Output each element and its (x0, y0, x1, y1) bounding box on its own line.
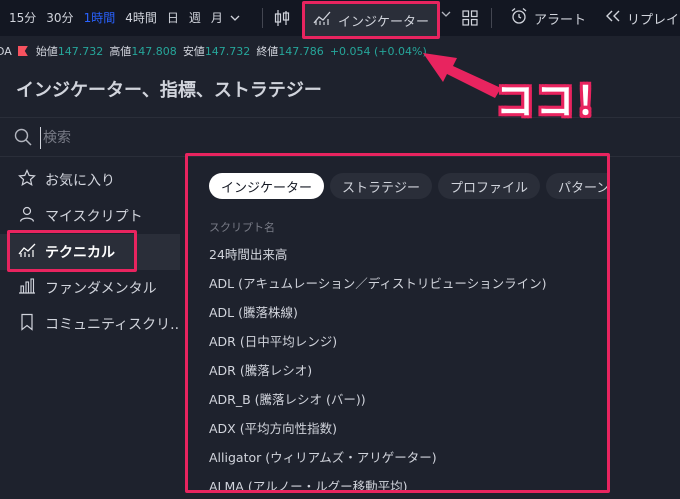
layout-grid-icon[interactable] (462, 10, 478, 30)
script-list-item[interactable]: ADR (日中平均レンジ) (188, 327, 607, 356)
flag-icon (17, 46, 28, 56)
timeframe-day[interactable]: 日 (162, 0, 184, 36)
symbol-label: DA (0, 44, 12, 58)
replay-button-label: リプレイ (627, 12, 680, 28)
callout-label: ココ！ (496, 79, 617, 123)
open-value: 147.732 (57, 44, 104, 58)
low-label: 安値 (182, 45, 205, 58)
timeframe-30m[interactable]: 30分 (41, 0, 78, 36)
timeframe-4h[interactable]: 4時間 (120, 0, 162, 36)
script-type-tabs: インジケーター ストラテジー プロファイル パターン (209, 173, 607, 199)
script-list-item[interactable]: 24時間出来高 (188, 240, 607, 269)
high-value: 147.808 (131, 44, 177, 58)
sidebar-item-my-scripts[interactable]: マイスクリプト (0, 198, 180, 234)
indicators-button[interactable]: インジケーター (302, 1, 440, 39)
search-icon (14, 128, 32, 150)
indicators-chart-icon (313, 10, 331, 30)
sidebar-item-label: お気に入り (45, 173, 115, 189)
arrow-annotation-icon (423, 53, 501, 98)
script-list: 24時間出来高 ADL (アキュムレーション／ディストリビューションライン) A… (188, 240, 607, 490)
script-list-item[interactable]: ADR_B (騰落レシオ (バー)) (188, 385, 607, 414)
sidebar-item-label: ファンダメンタル (45, 281, 157, 297)
timeframe-15m[interactable]: 15分 (4, 0, 41, 36)
alert-button[interactable]: アラート (502, 0, 594, 36)
rewind-icon (605, 10, 621, 26)
candlestick-icon[interactable] (273, 8, 291, 28)
replay-button[interactable]: リプレイ (597, 0, 680, 36)
script-list-item[interactable]: Alligator (ウィリアムズ・アリゲーター) (188, 443, 607, 472)
sidebar-item-fundamentals[interactable]: ファンダメンタル (0, 270, 180, 306)
ohlc-legend: DA 始値 147.732 高値 147.808 安値 147.732 終値 1… (0, 41, 680, 61)
search-input[interactable] (40, 127, 340, 149)
script-list-item[interactable]: ADX (平均方向性指数) (188, 414, 607, 443)
timeframe-month[interactable]: 月 (206, 0, 228, 36)
sidebar-item-community-scripts[interactable]: コミュニティスクリ... (0, 306, 180, 342)
alert-button-label: アラート (534, 12, 587, 28)
close-value: 147.786 (278, 44, 324, 58)
category-sidebar: お気に入り マイスクリプト テクニカル ファンダメンタル コミュニティスクリ..… (0, 157, 180, 499)
script-list-item[interactable]: ADR (騰落レシオ) (188, 356, 607, 385)
timeframe-week[interactable]: 週 (184, 0, 206, 36)
indicators-chevron-down-icon[interactable] (441, 9, 451, 22)
script-list-item[interactable]: ALMA (アルノー・ルグー移動平均) (188, 472, 607, 490)
timeframe-1h[interactable]: 1時間 (79, 0, 121, 36)
close-label: 終値 (256, 45, 279, 58)
open-label: 始値 (35, 45, 58, 58)
dialog-title: インジケーター、指標、ストラテジー (16, 80, 322, 101)
change-value: +0.054 (+0.04%) (329, 44, 427, 58)
high-label: 高値 (109, 45, 132, 58)
tab-profiles[interactable]: プロファイル (438, 173, 541, 199)
tab-indicators[interactable]: インジケーター (209, 173, 325, 199)
sidebar-item-label: マイスクリプト (45, 209, 143, 225)
script-list-panel: インジケーター ストラテジー プロファイル パターン スクリプト名 24時間出来… (185, 153, 610, 493)
column-header-script-name: スクリプト名 (209, 221, 275, 234)
toolbar-divider (262, 8, 263, 28)
indicators-button-label: インジケーター (338, 14, 430, 30)
user-icon (18, 205, 36, 227)
tab-strategies[interactable]: ストラテジー (330, 173, 433, 199)
sidebar-item-favorites[interactable]: お気に入り (0, 162, 180, 198)
chevron-down-icon[interactable] (230, 13, 240, 23)
low-value: 147.732 (204, 44, 251, 58)
sidebar-item-label: コミュニティスクリ... (45, 317, 180, 333)
script-list-item[interactable]: ADL (アキュムレーション／ディストリビューションライン) (188, 269, 607, 298)
bar-chart-icon (18, 278, 36, 298)
bookmark-icon (18, 313, 36, 335)
highlight-box (7, 230, 137, 272)
script-list-item[interactable]: ADL (騰落株線) (188, 298, 607, 327)
tab-patterns[interactable]: パターン (546, 173, 607, 199)
toolbar-divider (491, 8, 492, 28)
alarm-clock-icon (510, 7, 528, 29)
star-icon (18, 169, 36, 191)
